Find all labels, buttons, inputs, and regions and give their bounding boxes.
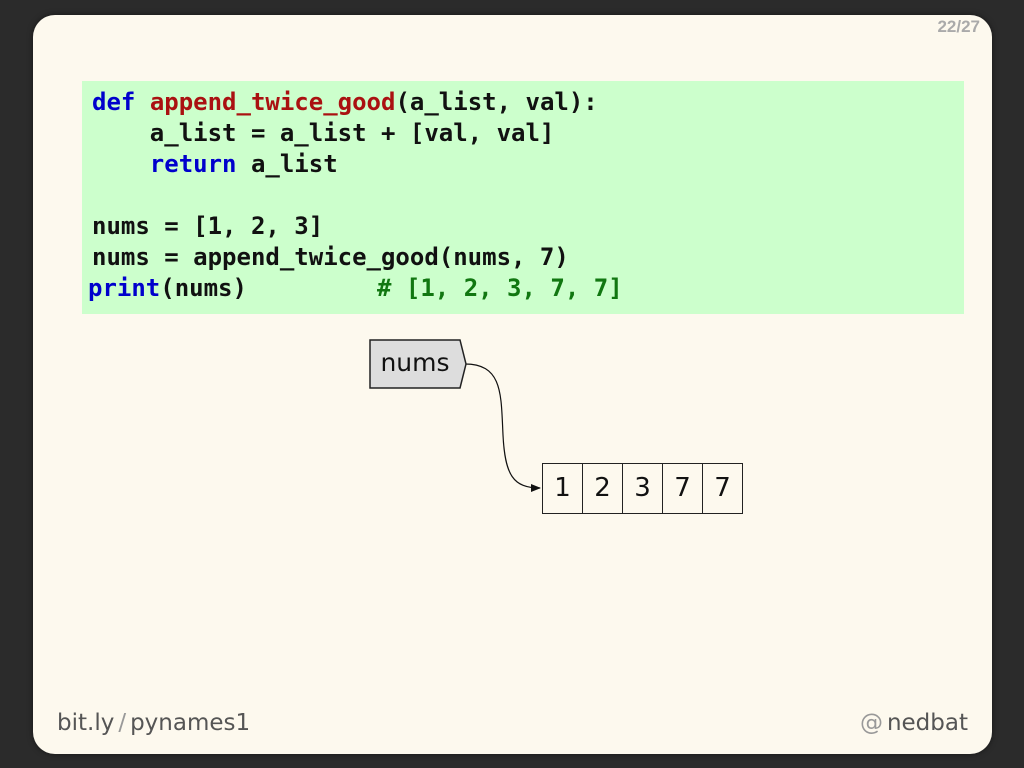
list-cell: 7: [702, 463, 743, 514]
footer-short-link[interactable]: bit.ly / pynames1: [57, 710, 250, 736]
code-keyword: print: [88, 274, 161, 302]
code-text: (a_list, val):: [395, 88, 598, 116]
footer-link-domain: bit.ly: [57, 710, 115, 736]
footer-link-separator: /: [118, 710, 127, 736]
code-line-6: nums = append_twice_good(nums, 7): [92, 243, 569, 271]
code-line-3: return a_list: [92, 149, 338, 180]
list-cell: 2: [582, 463, 623, 514]
variable-name-label: nums: [380, 348, 450, 377]
code-block: def append_twice_good(a_list, val): a_li…: [82, 81, 964, 314]
footer-twitter-handle[interactable]: @ nedbat: [860, 710, 968, 736]
code-text: (nums): [160, 274, 377, 302]
code-keyword: return: [149, 150, 237, 178]
slide-number: 22/27: [937, 17, 980, 36]
variable-name-box: nums: [369, 339, 467, 389]
handle-text: nedbat: [886, 710, 968, 736]
code-line-5: nums = [1, 2, 3]: [92, 212, 324, 240]
list-cell: 1: [542, 463, 583, 514]
at-sign: @: [859, 710, 883, 736]
list-object: 1 2 3 7 7: [542, 463, 743, 514]
list-cell: 7: [662, 463, 703, 514]
code-line-2: a_list = a_list + [val, val]: [92, 119, 555, 147]
slide: 22/27 def append_twice_good(a_list, val)…: [33, 15, 992, 754]
list-cell: 3: [622, 463, 663, 514]
code-line-1: def append_twice_good(a_list, val):: [92, 87, 598, 118]
footer-link-path: pynames1: [130, 710, 251, 736]
code-comment: # [1, 2, 3, 7, 7]: [377, 274, 623, 302]
code-text: a_list: [236, 150, 338, 178]
code-function-name: append_twice_good: [149, 88, 396, 116]
code-line-7: print(nums) # [1, 2, 3, 7, 7]: [88, 273, 623, 304]
code-keyword: def: [92, 88, 136, 116]
